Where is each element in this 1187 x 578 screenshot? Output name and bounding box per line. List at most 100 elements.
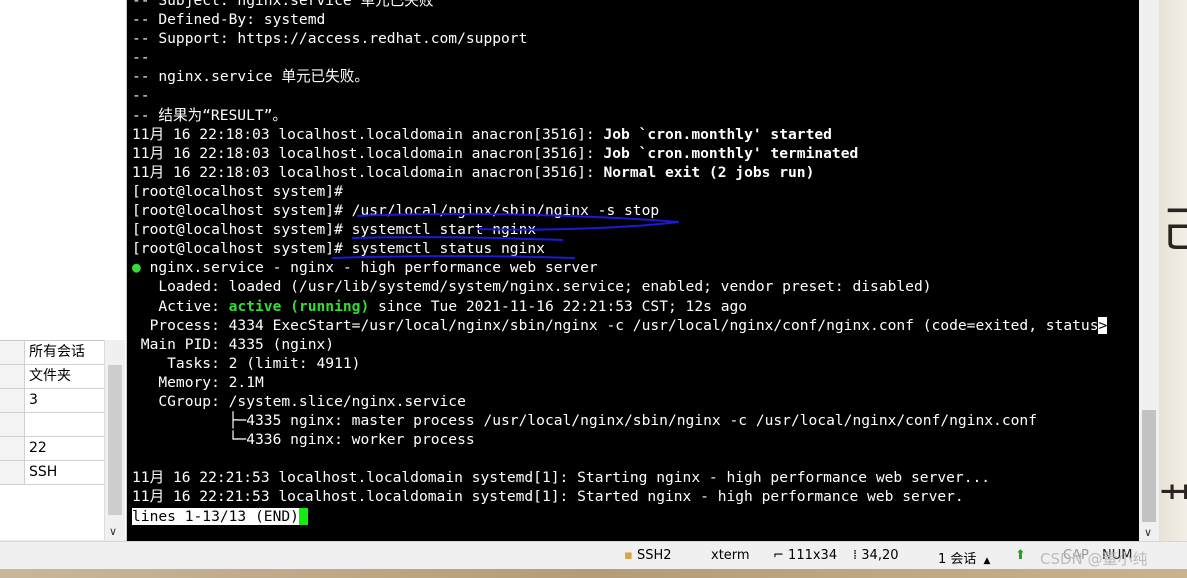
calligraphy-glyph: ⼰ xyxy=(1161,202,1187,258)
terminal-text: -- xyxy=(132,49,150,67)
terminal-size-indicator: ⌐ 111x34 xyxy=(773,548,837,563)
terminal-scrollbar-thumb[interactable] xyxy=(1142,410,1156,522)
property-row[interactable] xyxy=(0,413,104,437)
terminal-text: -- Support: https://access.redhat.com/su… xyxy=(132,30,528,48)
calligraphy-glyph: ⺾ xyxy=(1159,480,1187,526)
terminal-text: [root@localhost system]# /usr/local/ngin… xyxy=(132,202,660,220)
left-scrollbar-thumb[interactable] xyxy=(108,365,122,515)
terminal-line: 11月 16 22:21:53 localhost.localdomain sy… xyxy=(132,468,1107,487)
terminal-line: -- nginx.service 单元已失败。 xyxy=(132,67,1107,86)
property-key-cell xyxy=(0,437,25,460)
terminal-line: 11月 16 22:18:03 localhost.localdomain an… xyxy=(132,163,1107,182)
terminal-text: -- Subject: nginx.service 单元已失败 xyxy=(132,0,434,9)
terminal-text: Main PID: 4335 (nginx) xyxy=(132,335,335,353)
terminal-line: 11月 16 22:18:03 localhost.localdomain an… xyxy=(132,125,1107,144)
terminal-text: -- 结果为“RESULT”。 xyxy=(132,106,288,124)
session-properties-table: 所有会话文件夹 3 22 SSH xyxy=(0,340,104,485)
terminal-text: -- Defined-By: systemd xyxy=(132,11,326,29)
status-bar: ▪ SSH2 xterm ⌐ 111x34 ⁞ 34,20 1 会话 ▲ ⬆ C… xyxy=(0,541,1187,570)
terminal-text: Active: xyxy=(132,297,229,315)
terminal-text: [root@localhost system]# xyxy=(132,182,343,200)
terminal-line: lines 1-13/13 (END) xyxy=(132,507,1107,526)
terminal-text: Memory: 2.1M xyxy=(132,373,264,391)
property-value: 3 xyxy=(29,392,38,408)
property-value: 22 xyxy=(29,440,47,456)
lock-icon: ▪ xyxy=(624,548,633,563)
terminal-text: 11月 16 22:18:03 localhost.localdomain an… xyxy=(132,144,604,162)
terminal-text: Job `cron.monthly' terminated xyxy=(603,144,859,162)
terminal-line: CGroup: /system.slice/nginx.service xyxy=(132,392,1107,411)
property-row[interactable]: 所有会话 xyxy=(0,341,104,365)
terminal-line: -- xyxy=(132,86,1107,105)
terminal-text: └─4336 nginx: worker process xyxy=(132,431,475,449)
terminal-line: ├─4335 nginx: master process /usr/local/… xyxy=(132,411,1107,430)
terminal-text: Loaded: loaded (/usr/lib/systemd/system/… xyxy=(132,278,932,296)
property-value: 文件夹 xyxy=(29,368,71,384)
protocol-indicator: ▪ SSH2 xyxy=(624,548,672,563)
terminal-text: since Tue 2021-11-16 22:21:53 CST; 12s a… xyxy=(369,297,748,315)
scroll-down-arrow-icon[interactable]: ∨ xyxy=(109,525,117,538)
terminal-line: └─4336 nginx: worker process xyxy=(132,430,1107,449)
terminal-text: Job `cron.monthly' started xyxy=(603,125,832,143)
terminal-line: -- Support: https://access.redhat.com/su… xyxy=(132,29,1107,48)
terminal-text: -- xyxy=(132,87,150,105)
resize-icon: ⌐ xyxy=(773,548,784,563)
terminal-scrollbar[interactable]: ∨ xyxy=(1139,0,1159,541)
terminal-line: [root@localhost system]# systemctl start… xyxy=(132,220,1107,239)
protocol-label: SSH2 xyxy=(636,548,672,563)
terminal-text: Process: 4334 ExecStart=/usr/local/nginx… xyxy=(132,316,1099,334)
terminal-line: [root@localhost system]# /usr/local/ngin… xyxy=(132,201,1107,220)
cursor-position-icon: ⁞ xyxy=(853,548,858,563)
terminal-line: Memory: 2.1M xyxy=(132,373,1107,392)
terminal-cursor xyxy=(298,508,308,526)
left-panel-scrollbar[interactable]: ∨ xyxy=(104,340,125,540)
terminal-line: Process: 4334 ExecStart=/usr/local/nginx… xyxy=(132,316,1108,335)
upload-arrow-icon: ⬆ xyxy=(1015,548,1026,563)
terminal-text: > xyxy=(1098,316,1108,334)
terminal-size-label: 111x34 xyxy=(788,548,838,563)
terminal-text: CGroup: /system.slice/nginx.service xyxy=(132,392,466,410)
property-row[interactable]: 3 xyxy=(0,389,104,413)
cursor-position-label: 34,20 xyxy=(861,548,899,563)
terminal-window[interactable]: -- Subject: nginx.service 单元已失败 -- Define… xyxy=(127,0,1139,541)
terminal-text: active (running) xyxy=(228,297,370,315)
terminal-text: 11月 16 22:21:53 localhost.localdomain sy… xyxy=(132,488,964,506)
terminal-line: ● nginx.service - nginx - high performan… xyxy=(132,258,1107,277)
terminal-line: Active: active (running) since Tue 2021-… xyxy=(132,297,1107,316)
terminal-text: nginx.service - nginx - high performance… xyxy=(140,259,598,277)
terminal-line: Tasks: 2 (limit: 4911) xyxy=(132,354,1107,373)
terminal-type-label: xterm xyxy=(711,548,750,563)
property-key-cell xyxy=(0,461,25,484)
terminal-line: [root@localhost system]# xyxy=(132,182,1107,201)
property-row[interactable]: 22 xyxy=(0,437,104,461)
terminal-line: 11月 16 22:18:03 localhost.localdomain an… xyxy=(132,144,1107,163)
scroll-down-arrow-icon[interactable]: ∨ xyxy=(1144,526,1152,539)
terminal-text: [root@localhost system]# systemctl start… xyxy=(132,221,537,239)
sessions-label: 1 会话 xyxy=(938,552,977,567)
terminal-text: 11月 16 22:18:03 localhost.localdomain an… xyxy=(132,125,604,143)
terminal-line: -- xyxy=(132,48,1107,67)
terminal-text: ├─4335 nginx: master process /usr/local/… xyxy=(132,412,1037,430)
terminal-line: -- Subject: nginx.service 单元已失败 xyxy=(132,0,1107,10)
terminal-line: -- Defined-By: systemd xyxy=(132,10,1107,29)
terminal-text: Normal exit (2 jobs run) xyxy=(603,163,815,181)
sessions-dropdown[interactable]: 1 会话 ▲ xyxy=(938,548,990,567)
property-value xyxy=(25,413,29,436)
terminal-output: -- Subject: nginx.service 单元已失败 -- Define… xyxy=(132,0,1108,526)
property-value: SSH xyxy=(29,464,58,480)
property-row[interactable]: SSH xyxy=(0,461,104,485)
terminal-text: 11月 16 22:18:03 localhost.localdomain an… xyxy=(132,163,604,181)
desktop-bottom-strip xyxy=(0,569,1187,578)
property-row[interactable]: 文件夹 xyxy=(0,365,104,389)
cursor-position-indicator: ⁞ 34,20 xyxy=(853,548,899,563)
property-value: 所有会话 xyxy=(29,344,85,360)
property-key-cell xyxy=(0,341,25,364)
session-manager-panel: 所有会话文件夹 3 22 SSH ∨ xyxy=(0,0,127,546)
terminal-text: [root@localhost system]# systemctl statu… xyxy=(132,240,545,258)
terminal-text: lines 1-13/13 (END) xyxy=(132,507,299,525)
terminal-line: Loaded: loaded (/usr/lib/systemd/system/… xyxy=(132,277,1107,296)
desktop-wallpaper-strip: ⼰ ⺾ xyxy=(1159,0,1187,545)
terminal-line: -- 结果为“RESULT”。 xyxy=(132,106,1107,125)
watermark: CSDN @董小纯 xyxy=(1040,550,1148,568)
